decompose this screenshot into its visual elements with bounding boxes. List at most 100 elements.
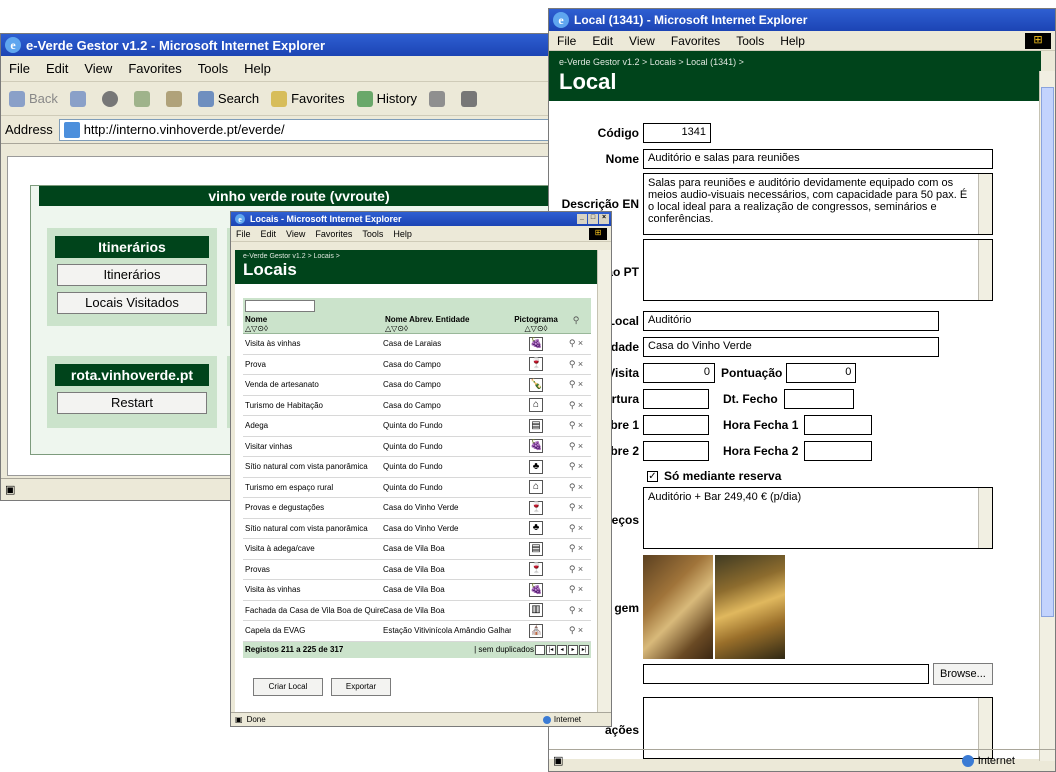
prev-page-icon[interactable]: ◂	[557, 644, 567, 655]
delete-icon[interactable]: ×	[578, 338, 583, 348]
abre1-field[interactable]	[643, 415, 709, 435]
sort-icons[interactable]: △▽⊙◊	[385, 324, 408, 333]
print-button[interactable]	[461, 90, 481, 107]
col-pictograma[interactable]: Pictograma △▽⊙◊	[511, 314, 561, 333]
back-button[interactable]: Back	[9, 90, 58, 107]
zoom-icon[interactable]: ⚲	[569, 625, 576, 635]
delete-icon[interactable]: ×	[578, 543, 583, 553]
zoom-icon[interactable]: ⚲	[569, 502, 576, 512]
itinerarios-button[interactable]: Itinerários	[57, 264, 207, 286]
search-button[interactable]: Search	[197, 90, 259, 107]
zoom-icon[interactable]: ⚲	[569, 359, 576, 369]
last-page-icon[interactable]: ▸|	[579, 644, 589, 655]
table-row[interactable]: Capela da EVAG Estação Vitivinícola Amând…	[243, 621, 591, 642]
scroll-thumb[interactable]	[1041, 87, 1054, 617]
row-nome[interactable]: Sítio natural com vista panorâmica	[243, 462, 383, 471]
row-nome[interactable]: Visita às vinhas	[243, 339, 383, 348]
sort-icons[interactable]: △▽⊙◊	[525, 324, 548, 333]
table-row[interactable]: Sítio natural com vista panorâmica Casa d…	[243, 519, 591, 539]
nome-field[interactable]: Auditório e salas para reuniões	[643, 149, 993, 169]
delete-icon[interactable]: ×	[578, 605, 583, 615]
row-nome[interactable]: Turismo em espaço rural	[243, 483, 383, 492]
col-entidade[interactable]: Nome Abrev. Entidade △▽⊙◊	[383, 314, 511, 333]
zoom-icon[interactable]: ⚲	[569, 605, 576, 615]
delete-icon[interactable]: ×	[578, 400, 583, 410]
next-page-icon[interactable]: ▸	[568, 644, 578, 655]
precos-scrollbar[interactable]	[978, 488, 992, 548]
precos-field[interactable]: Auditório + Bar 249,40 € (p/dia)	[643, 487, 993, 549]
favorites-button[interactable]: Favorites	[271, 90, 345, 107]
table-row[interactable]: Prova Casa do Campo 🍷 ⚲ ×	[243, 355, 591, 375]
menu-edit[interactable]: Edit	[256, 229, 282, 239]
refresh-button[interactable]	[133, 90, 154, 107]
delete-icon[interactable]: ×	[578, 625, 583, 635]
menu-favorites[interactable]: Favorites	[120, 61, 189, 76]
menu-tools[interactable]: Tools	[357, 229, 388, 239]
table-row[interactable]: Visita às vinhas Casa de Vila Boa 🍇 ⚲ ×	[243, 580, 591, 601]
menu-favorites[interactable]: Favorites	[310, 229, 357, 239]
locais-titlebar[interactable]: e Locais - Microsoft Internet Explorer _…	[231, 212, 611, 226]
home-button[interactable]	[165, 90, 186, 107]
reserva-checkbox[interactable]: ✓	[647, 470, 658, 482]
stop-button[interactable]	[101, 90, 122, 107]
descricao-en-scrollbar[interactable]	[978, 174, 992, 234]
sem-duplicados-checkbox[interactable]	[535, 644, 545, 655]
menu-view[interactable]: View	[76, 61, 120, 76]
col-nome[interactable]: Nome △▽⊙◊	[243, 314, 383, 333]
row-nome[interactable]: Visitar vinhas	[243, 442, 383, 451]
descricao-pt-scrollbar[interactable]	[978, 240, 992, 300]
table-row[interactable]: Visitar vinhas Quinta do Fundo 🍇 ⚲ ×	[243, 437, 591, 457]
zoom-icon[interactable]: ⚲	[569, 441, 576, 451]
menu-file[interactable]: File	[231, 229, 256, 239]
delete-icon[interactable]: ×	[578, 359, 583, 369]
restart-button[interactable]: Restart	[57, 392, 207, 414]
menu-help[interactable]: Help	[772, 34, 813, 48]
delete-icon[interactable]: ×	[578, 441, 583, 451]
delete-icon[interactable]: ×	[578, 564, 583, 574]
locais-page-scrollbar[interactable]	[597, 250, 611, 712]
menu-help[interactable]: Help	[388, 229, 417, 239]
delete-icon[interactable]: ×	[578, 379, 583, 389]
visita-field[interactable]: 0	[643, 363, 715, 383]
menu-edit[interactable]: Edit	[584, 34, 621, 48]
menu-view[interactable]: View	[621, 34, 663, 48]
mail-button[interactable]	[429, 90, 449, 107]
history-button[interactable]: History	[356, 90, 417, 107]
criar-local-button[interactable]: Criar Local	[253, 678, 323, 696]
row-nome[interactable]: Provas e degustações	[243, 503, 383, 512]
first-page-icon[interactable]: |◂	[546, 644, 556, 655]
table-row[interactable]: Provas e degustações Casa do Vinho Verde 🍷…	[243, 498, 591, 519]
delete-icon[interactable]: ×	[578, 502, 583, 512]
hora-fecha2-field[interactable]	[804, 441, 873, 461]
delete-icon[interactable]: ×	[578, 584, 583, 594]
filter-select[interactable]	[245, 300, 315, 312]
delete-icon[interactable]: ×	[578, 482, 583, 492]
table-row[interactable]: Venda de artesanato Casa do Campo 🍾 ⚲ ×	[243, 375, 591, 396]
browse-button[interactable]: Browse...	[933, 663, 993, 685]
delete-icon[interactable]: ×	[578, 523, 583, 533]
zoom-icon[interactable]: ⚲	[569, 379, 576, 389]
table-row[interactable]: Sítio natural com vista panorâmica Quinta…	[243, 457, 591, 478]
abertura-field[interactable]	[643, 389, 709, 409]
gestor-titlebar[interactable]: e e-Verde Gestor v1.2 - Microsoft Intern…	[1, 34, 554, 56]
local-titlebar[interactable]: e Local (1341) - Microsoft Internet Expl…	[549, 9, 1055, 31]
table-row[interactable]: Adega Quinta do Fundo ▤ ⚲ ×	[243, 416, 591, 437]
locais-visitados-button[interactable]: Locais Visitados	[57, 292, 207, 314]
menu-edit[interactable]: Edit	[38, 61, 76, 76]
row-nome[interactable]: Sítio natural com vista panorâmica	[243, 524, 383, 533]
menu-help[interactable]: Help	[236, 61, 279, 76]
row-nome[interactable]: Adega	[243, 421, 383, 430]
zoom-icon[interactable]: ⚲	[569, 584, 576, 594]
entidade-field[interactable]: Casa do Vinho Verde	[643, 337, 939, 357]
zoom-icon[interactable]: ⚲	[569, 523, 576, 533]
row-nome[interactable]: Fachada da Casa de Vila Boa de Quires	[243, 606, 383, 615]
zoom-icon[interactable]: ⚲	[569, 482, 576, 492]
local-field[interactable]: Auditório	[643, 311, 939, 331]
row-nome[interactable]: Turismo de Habitação	[243, 401, 383, 410]
imagem-file-input[interactable]	[643, 664, 929, 684]
codigo-field[interactable]: 1341	[643, 123, 711, 143]
delete-icon[interactable]: ×	[578, 461, 583, 471]
maximize-icon[interactable]: □	[588, 214, 598, 224]
row-nome[interactable]: Capela da EVAG	[243, 626, 383, 635]
zoom-icon[interactable]: ⚲	[569, 543, 576, 553]
